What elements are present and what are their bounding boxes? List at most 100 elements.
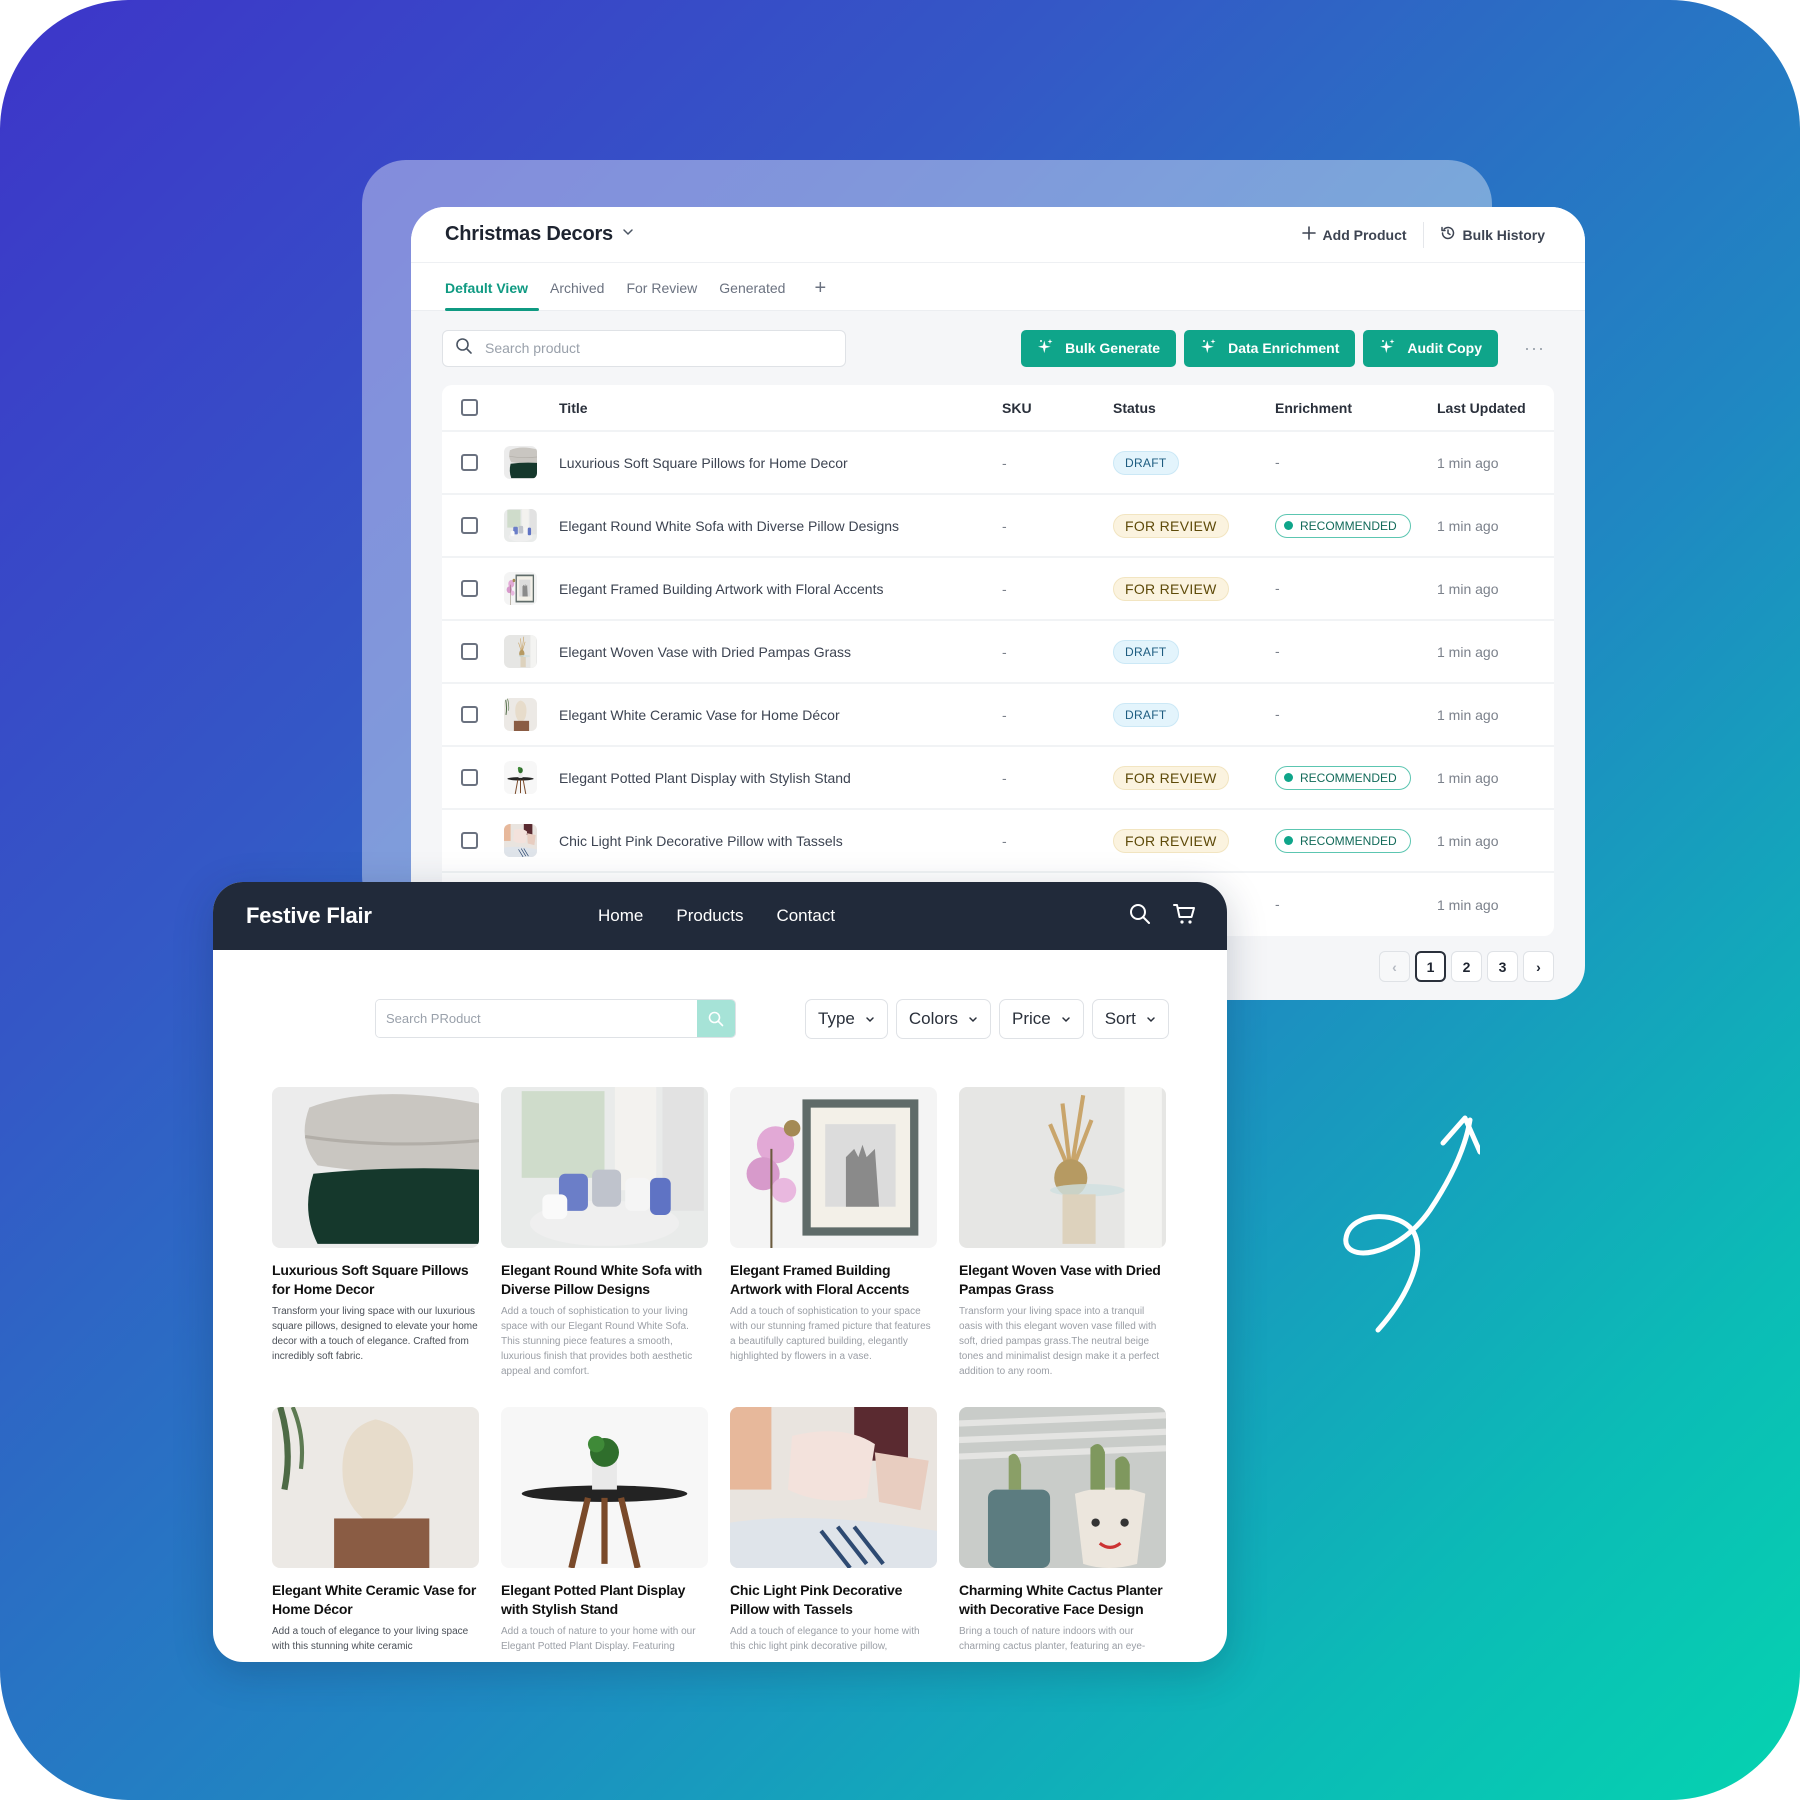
more-options-icon[interactable]: ··· <box>1506 338 1551 359</box>
product-title[interactable]: Elegant Round White Sofa with Diverse Pi… <box>559 518 1002 534</box>
product-card[interactable]: Charming White Cactus Planter with Decor… <box>959 1407 1166 1654</box>
product-sku: - <box>1002 454 1007 471</box>
data-enrichment-button[interactable]: Data Enrichment <box>1184 329 1356 367</box>
filter-price[interactable]: Price <box>998 998 1084 1039</box>
product-title[interactable]: Luxurious Soft Square Pillows for Home D… <box>559 455 1002 471</box>
store-brand-logo[interactable]: Festive Flair <box>246 903 372 929</box>
data-enrichment-label: Data Enrichment <box>1228 340 1340 356</box>
sparkle-icon <box>1379 338 1397 359</box>
column-title[interactable]: Title <box>559 400 1002 416</box>
product-sku: - <box>1002 706 1007 723</box>
status-badge: DRAFT <box>1113 702 1179 727</box>
product-card-description: Add a touch of sophistication to your sp… <box>730 1306 931 1362</box>
product-card[interactable]: Luxurious Soft Square Pillows for Home D… <box>272 1087 479 1379</box>
row-checkbox[interactable] <box>461 580 478 597</box>
row-checkbox[interactable] <box>461 643 478 660</box>
next-page-button[interactable]: › <box>1523 951 1554 982</box>
nav-products[interactable]: Products <box>676 906 743 926</box>
product-card-title: Elegant White Ceramic Vase for Home Déco… <box>272 1582 477 1617</box>
add-tab-button[interactable]: + <box>796 278 838 310</box>
product-card-description: Transform your living space with our lux… <box>272 1306 478 1362</box>
product-thumbnail <box>504 446 537 479</box>
column-last-updated[interactable]: Last Updated <box>1437 400 1554 416</box>
nav-home[interactable]: Home <box>598 906 643 926</box>
page-3-button[interactable]: 3 <box>1487 951 1518 982</box>
row-checkbox[interactable] <box>461 517 478 534</box>
row-checkbox[interactable] <box>461 832 478 849</box>
page-2-button[interactable]: 2 <box>1451 951 1482 982</box>
product-card-description: Add a touch of elegance to your living s… <box>272 1626 469 1652</box>
table-row[interactable]: Elegant Framed Building Artwork with Flo… <box>442 558 1554 621</box>
table-header-row: Title SKU Status Enrichment Last Updated <box>442 385 1554 432</box>
tab-generated[interactable]: Generated <box>708 280 796 310</box>
filter-type[interactable]: Type <box>805 998 888 1039</box>
product-thumbnail <box>504 509 537 542</box>
product-card-description: Add a touch of elegance to your home wit… <box>730 1626 920 1652</box>
product-image <box>959 1407 1166 1568</box>
table-row[interactable]: Elegant Woven Vase with Dried Pampas Gra… <box>442 621 1554 684</box>
product-title[interactable]: Chic Light Pink Decorative Pillow with T… <box>559 833 1002 849</box>
product-card[interactable]: Elegant Round White Sofa with Diverse Pi… <box>501 1087 708 1379</box>
product-thumbnail <box>504 635 537 668</box>
search-input[interactable] <box>485 340 833 356</box>
tab-for-review[interactable]: For Review <box>615 280 708 310</box>
table-row[interactable]: Luxurious Soft Square Pillows for Home D… <box>442 432 1554 495</box>
product-card[interactable]: Chic Light Pink Decorative Pillow with T… <box>730 1407 937 1654</box>
row-checkbox[interactable] <box>461 454 478 471</box>
column-status[interactable]: Status <box>1113 400 1275 416</box>
add-product-button[interactable]: Add Product <box>1286 226 1423 243</box>
product-card[interactable]: Elegant White Ceramic Vase for Home Déco… <box>272 1407 479 1654</box>
product-image <box>272 1087 479 1248</box>
search-icon[interactable] <box>1129 903 1151 930</box>
product-card[interactable]: Elegant Potted Plant Display with Stylis… <box>501 1407 708 1654</box>
filter-colors[interactable]: Colors <box>895 998 991 1039</box>
bulk-history-button[interactable]: Bulk History <box>1424 225 1545 244</box>
product-card-title: Elegant Potted Plant Display with Stylis… <box>501 1582 686 1617</box>
row-checkbox[interactable] <box>461 706 478 723</box>
product-title[interactable]: Elegant White Ceramic Vase for Home Déco… <box>559 707 1002 723</box>
filter-sort[interactable]: Sort <box>1091 998 1169 1039</box>
cart-icon[interactable] <box>1173 903 1197 930</box>
enrichment-value: - <box>1275 579 1280 596</box>
plus-icon <box>1301 226 1316 243</box>
chevron-down-icon <box>865 1009 875 1029</box>
product-card[interactable]: Elegant Woven Vase with Dried Pampas Gra… <box>959 1087 1166 1379</box>
collection-selector[interactable]: Christmas Decors <box>445 223 635 246</box>
product-thumbnail <box>504 824 537 857</box>
store-search-button[interactable] <box>697 1000 735 1037</box>
product-title[interactable]: Elegant Framed Building Artwork with Flo… <box>559 581 1002 597</box>
table-row[interactable]: Elegant Potted Plant Display with Stylis… <box>442 747 1554 810</box>
product-card[interactable]: Elegant Framed Building Artwork with Flo… <box>730 1087 937 1379</box>
tab-archived[interactable]: Archived <box>539 280 615 310</box>
page-1-button[interactable]: 1 <box>1415 951 1446 982</box>
prev-page-button[interactable]: ‹ <box>1379 951 1410 982</box>
last-updated: 1 min ago <box>1437 896 1499 913</box>
table-row[interactable]: Chic Light Pink Decorative Pillow with T… <box>442 810 1554 873</box>
tab-default-view[interactable]: Default View <box>445 280 539 311</box>
filter-label: Colors <box>908 1008 958 1028</box>
audit-copy-button[interactable]: Audit Copy <box>1363 329 1499 367</box>
bulk-generate-button[interactable]: Bulk Generate <box>1021 329 1177 367</box>
row-checkbox[interactable] <box>461 769 478 786</box>
table-row[interactable]: Elegant Round White Sofa with Diverse Pi… <box>442 495 1554 558</box>
product-title[interactable]: Elegant Woven Vase with Dried Pampas Gra… <box>559 644 1002 660</box>
table-row[interactable]: Elegant White Ceramic Vase for Home Déco… <box>442 684 1554 747</box>
nav-contact[interactable]: Contact <box>776 906 835 926</box>
column-enrichment[interactable]: Enrichment <box>1275 400 1437 416</box>
status-badge: FOR REVIEW <box>1113 513 1229 538</box>
product-card-title: Charming White Cactus Planter with Decor… <box>959 1582 1163 1617</box>
add-product-label: Add Product <box>1322 226 1407 243</box>
store-navbar: Festive Flair Home Products Contact <box>213 882 1227 950</box>
store-search-input[interactable] <box>376 1000 697 1037</box>
product-title[interactable]: Elegant Potted Plant Display with Stylis… <box>559 770 1002 786</box>
product-card-title: Elegant Woven Vase with Dried Pampas Gra… <box>959 1262 1161 1297</box>
search-icon <box>455 337 473 360</box>
select-all-checkbox[interactable] <box>461 399 478 416</box>
gradient-background: Christmas Decors Add Product Bulk Histor… <box>0 0 1800 1800</box>
column-sku[interactable]: SKU <box>1002 400 1113 416</box>
product-image <box>501 1407 708 1568</box>
product-image <box>730 1087 937 1248</box>
bulk-generate-label: Bulk Generate <box>1065 340 1161 356</box>
admin-header: Christmas Decors Add Product Bulk Histor… <box>411 207 1585 263</box>
store-search <box>375 999 736 1038</box>
